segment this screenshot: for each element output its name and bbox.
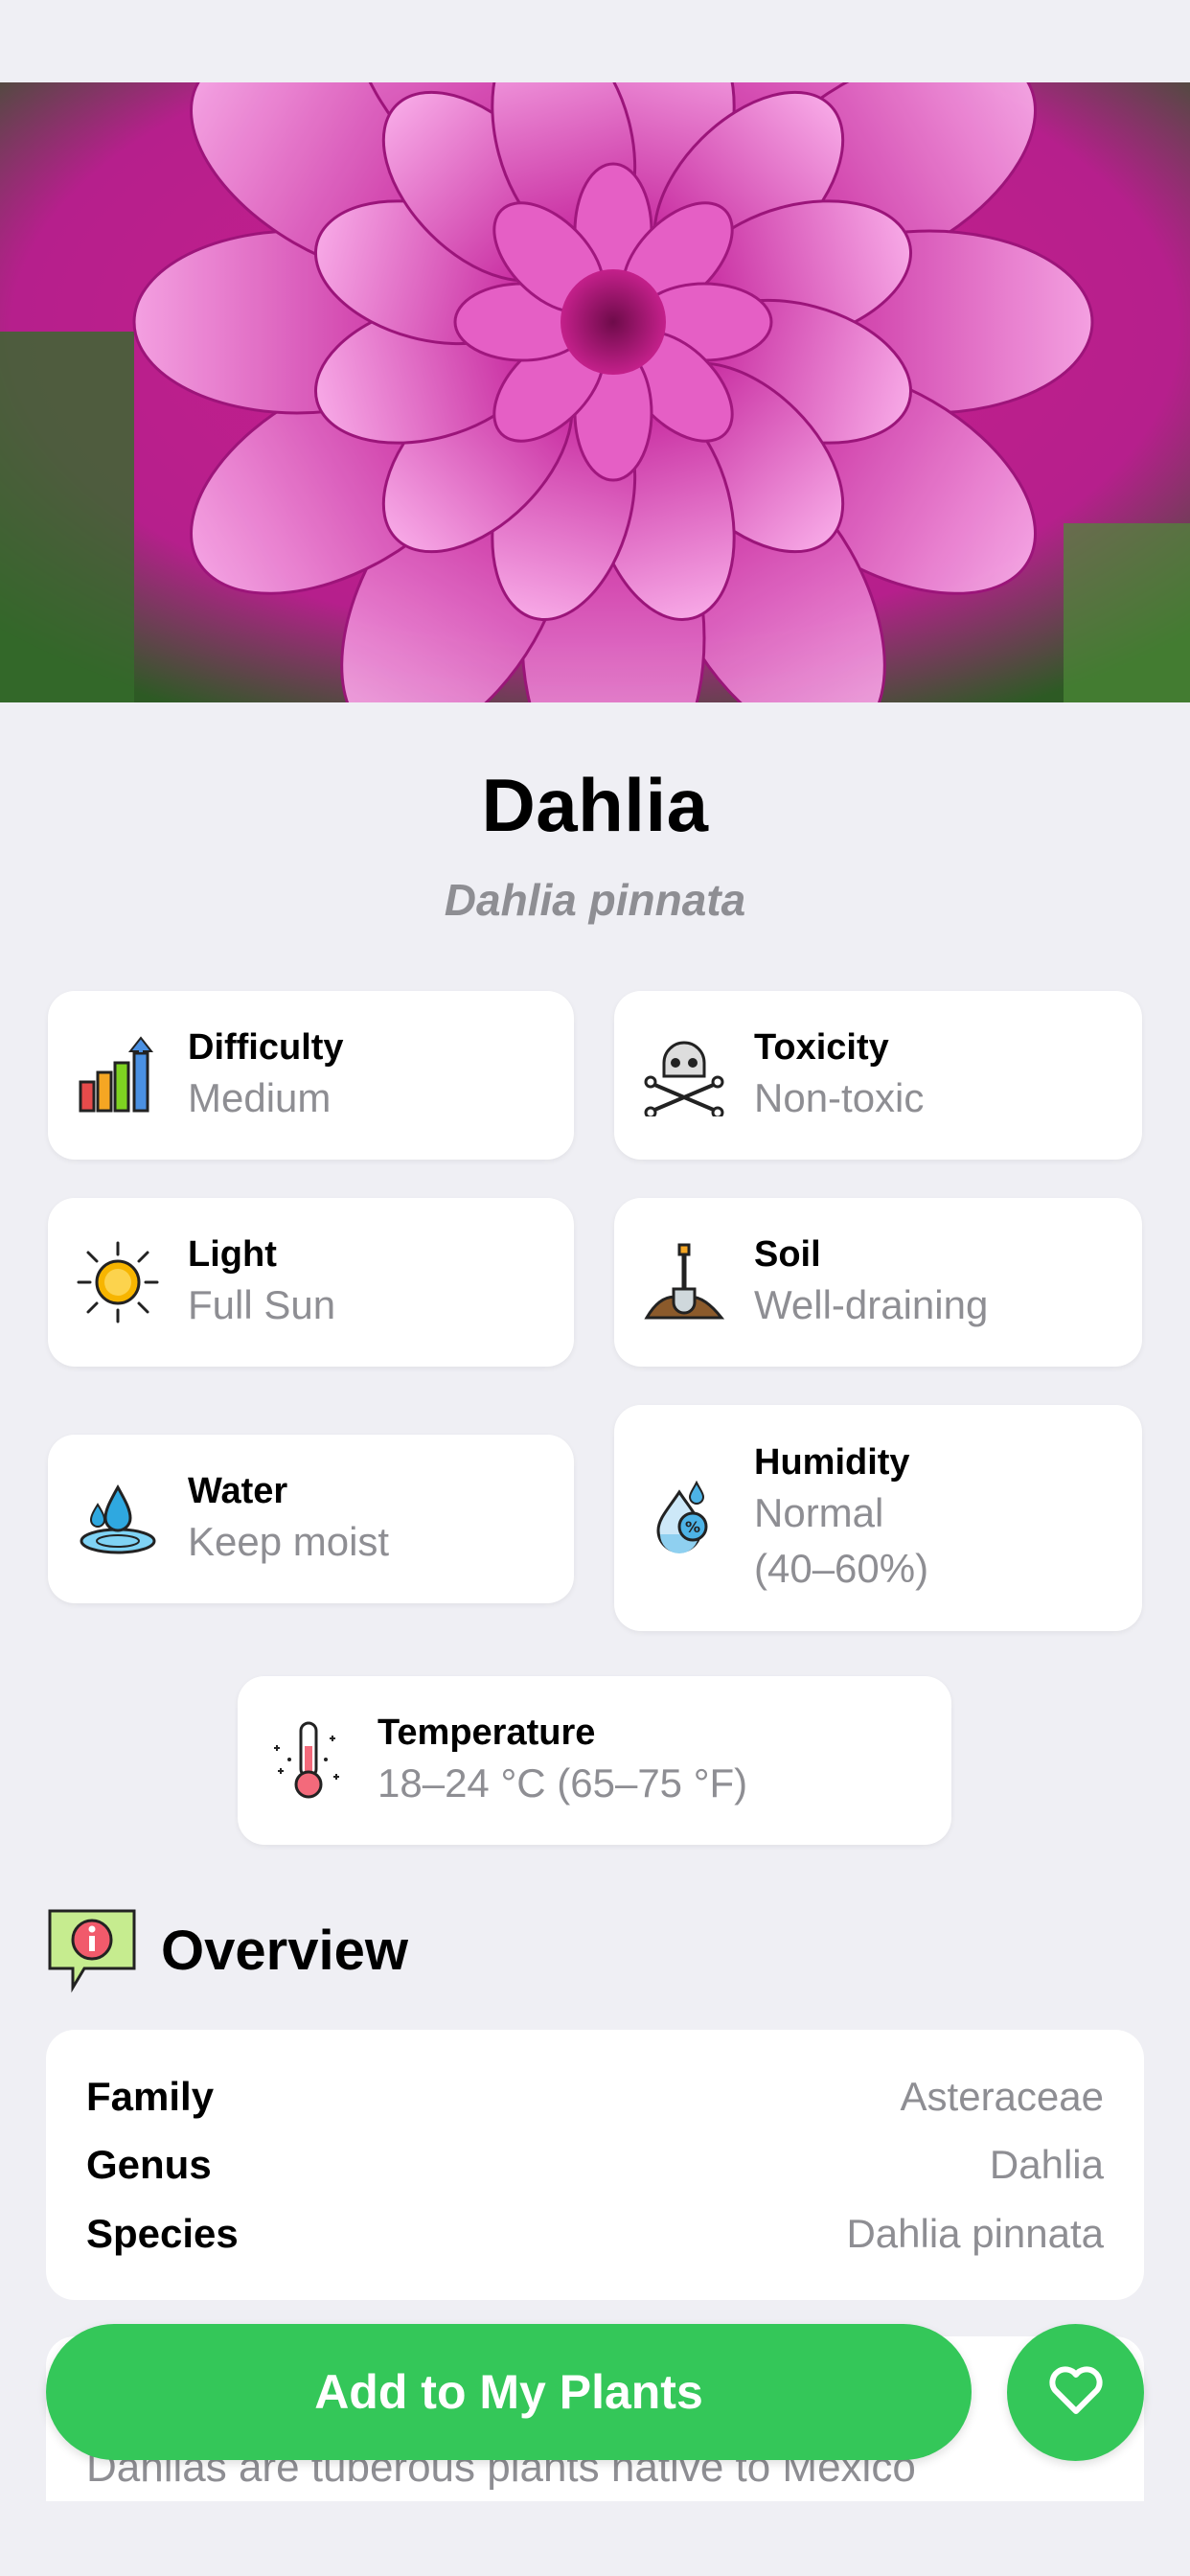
humidity-percent-icon: % — [643, 1477, 725, 1559]
water-value: Keep moist — [188, 1519, 390, 1564]
svg-text:%: % — [685, 1518, 700, 1536]
info-row-genus: Genus Dahlia — [86, 2136, 1104, 2194]
toxicity-label: Toxicity — [754, 1027, 889, 1068]
temperature-card: Temperature 18–24 °C (65–75 °F) — [238, 1676, 951, 1845]
toxicity-card: Toxicity Non-toxic — [614, 991, 1142, 1160]
favorite-button[interactable] — [1007, 2324, 1144, 2461]
info-row-family: Family Asteraceae — [86, 2068, 1104, 2126]
light-card: Light Full Sun — [48, 1198, 574, 1367]
difficulty-bars-icon — [77, 1034, 159, 1116]
info-row-value: Asteraceae — [900, 2074, 1104, 2119]
info-row-value: Dahlia pinnata — [846, 2211, 1104, 2256]
humidity-card: % Humidity Normal (40–60%) — [614, 1405, 1142, 1631]
info-row-key: Species — [86, 2211, 239, 2256]
humidity-range: (40–60%) — [754, 1546, 929, 1591]
soil-label: Soil — [754, 1234, 821, 1275]
heart-icon — [1045, 2359, 1107, 2426]
difficulty-label: Difficulty — [188, 1027, 344, 1068]
soil-card: Soil Well-draining — [614, 1198, 1142, 1367]
temperature-value: 18–24 °C (65–75 °F) — [378, 1760, 748, 1806]
thermometer-icon — [266, 1719, 349, 1802]
sun-icon — [77, 1241, 159, 1323]
plant-name: Dahlia — [481, 763, 709, 847]
light-value: Full Sun — [188, 1282, 336, 1327]
info-row-value: Dahlia — [989, 2142, 1104, 2187]
humidity-label: Humidity — [754, 1442, 910, 1483]
add-button-label: Add to My Plants — [314, 2365, 703, 2419]
plant-scientific-name: Dahlia pinnata — [444, 875, 746, 925]
water-card: Water Keep moist — [48, 1435, 574, 1603]
difficulty-value: Medium — [188, 1075, 332, 1120]
humidity-value: Normal — [754, 1490, 884, 1535]
plant-hero-image — [0, 82, 1190, 702]
temperature-label: Temperature — [378, 1713, 596, 1753]
soil-value: Well-draining — [754, 1282, 989, 1327]
skull-crossbones-icon — [643, 1034, 725, 1116]
water-label: Water — [188, 1471, 288, 1511]
add-to-my-plants-button[interactable]: Add to My Plants — [46, 2324, 972, 2460]
overview-heading: Overview — [161, 1919, 408, 1982]
shovel-soil-icon — [643, 1241, 725, 1323]
info-speech-icon — [46, 1907, 138, 1993]
overview-header: Overview — [46, 1907, 408, 1993]
info-row-key: Family — [86, 2074, 215, 2119]
difficulty-card: Difficulty Medium — [48, 991, 574, 1160]
light-label: Light — [188, 1234, 277, 1275]
info-row-key: Genus — [86, 2142, 212, 2187]
overview-card: Family Asteraceae Genus Dahlia Species D… — [46, 2030, 1144, 2300]
info-row-species: Species Dahlia pinnata — [86, 2205, 1104, 2263]
toxicity-value: Non-toxic — [754, 1075, 925, 1120]
water-drops-icon — [77, 1478, 159, 1560]
